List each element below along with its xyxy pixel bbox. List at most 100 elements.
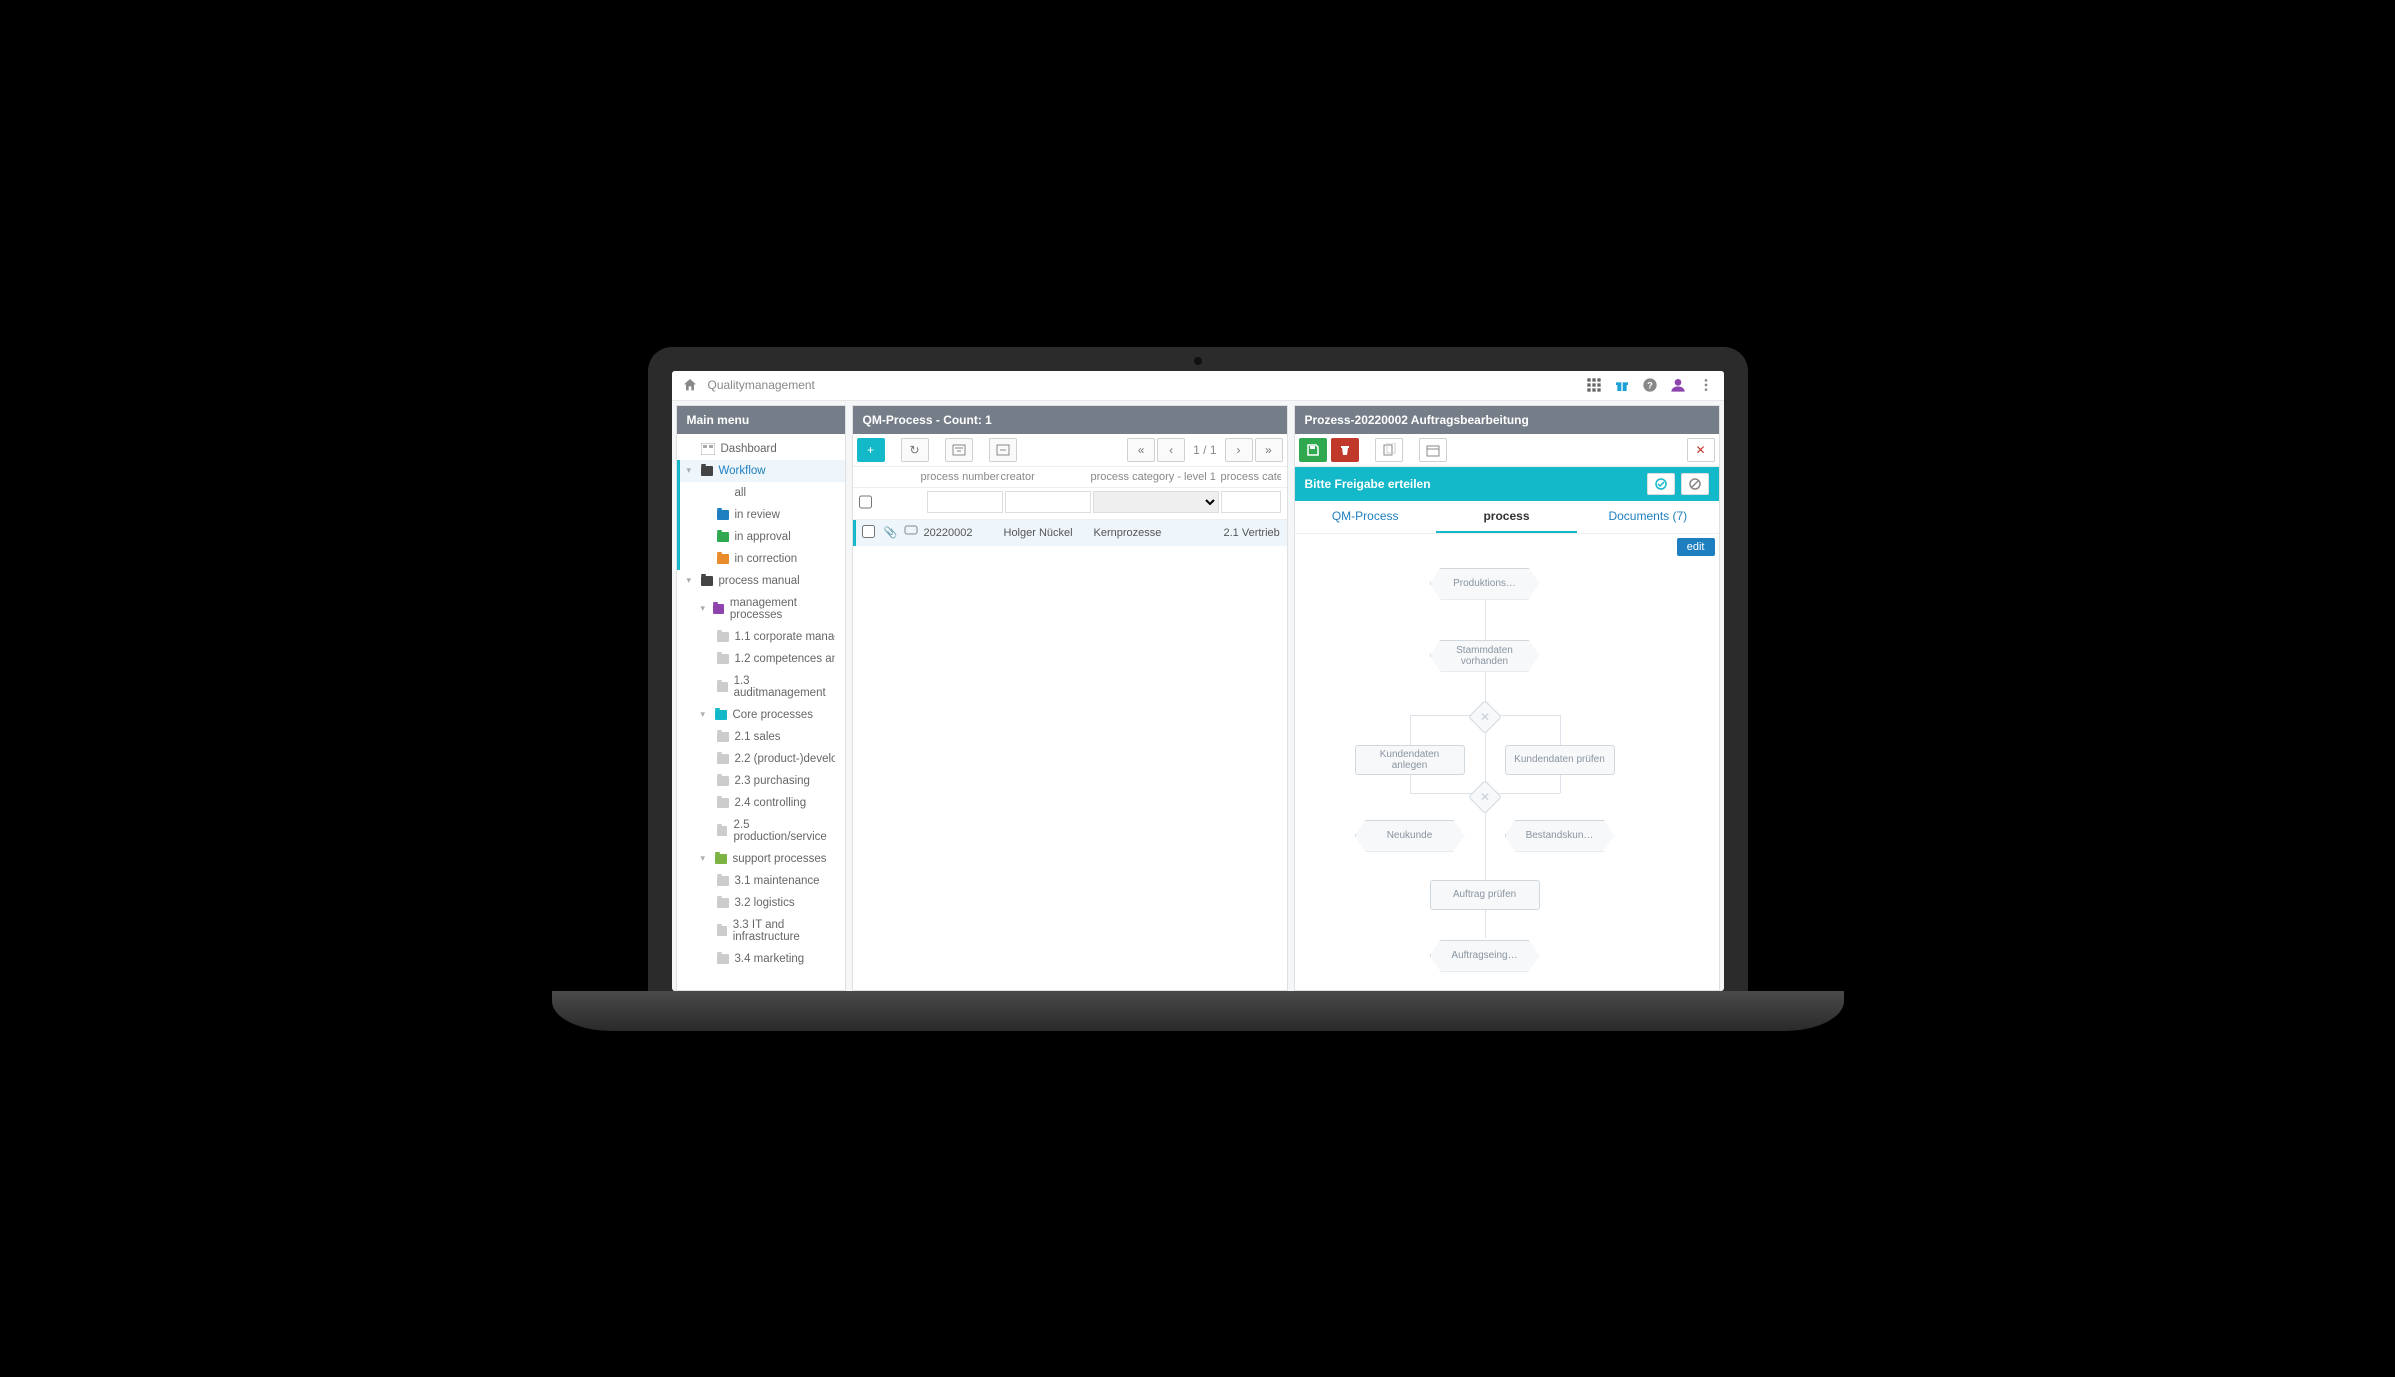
pager-text: 1 / 1 bbox=[1187, 443, 1222, 457]
sidebar-label: Workflow bbox=[719, 465, 766, 477]
sidebar-label: in correction bbox=[735, 553, 798, 565]
delete-button[interactable] bbox=[1331, 438, 1359, 462]
home-icon[interactable] bbox=[682, 377, 698, 393]
diagram-node-existing-customer[interactable]: Bestandskun… bbox=[1505, 820, 1615, 852]
folder-icon bbox=[717, 926, 727, 936]
sidebar-item-dashboard[interactable]: Dashboard bbox=[677, 438, 845, 460]
sidebar-item-mgmt-3[interactable]: 1.3 auditmanagement bbox=[677, 670, 845, 704]
caret-icon: ▾ bbox=[687, 465, 695, 476]
sidebar-label: 2.1 sales bbox=[735, 731, 781, 743]
table-row[interactable]: 📎 20220002 Holger Nückel Kernprozesse 2.… bbox=[853, 520, 1287, 546]
sidebar-label: process manual bbox=[719, 575, 800, 587]
diagram-gateway-2[interactable] bbox=[1468, 780, 1502, 814]
close-button[interactable]: ✕ bbox=[1687, 438, 1715, 462]
sidebar-item-support-2[interactable]: 3.2 logistics bbox=[677, 892, 845, 914]
diagram-node-check-order[interactable]: Auftrag prüfen bbox=[1430, 880, 1540, 910]
pager-next-button[interactable]: › bbox=[1225, 438, 1253, 462]
folder-icon bbox=[717, 510, 729, 520]
diagram-edge bbox=[1410, 775, 1411, 793]
sidebar-label: 3.4 marketing bbox=[735, 953, 805, 965]
diagram-node-create-customer[interactable]: Kundendaten anlegen bbox=[1355, 745, 1465, 775]
sidebar-item-core-3[interactable]: 2.3 purchasing bbox=[677, 770, 845, 792]
calendar-button[interactable] bbox=[1419, 438, 1447, 462]
pager-first-button[interactable]: « bbox=[1127, 438, 1155, 462]
tab-qm-process[interactable]: QM-Process bbox=[1295, 501, 1436, 533]
diagram-node-new-customer[interactable]: Neukunde bbox=[1355, 820, 1465, 852]
sidebar-item-core-2[interactable]: 2.2 (product-)development bbox=[677, 748, 845, 770]
refresh-button[interactable]: ↻ bbox=[901, 438, 929, 462]
th-category[interactable]: process catego bbox=[1221, 471, 1281, 483]
breadcrumb-app[interactable]: Qualitymanagement bbox=[708, 378, 815, 392]
help-icon[interactable]: ? bbox=[1642, 377, 1658, 393]
cell-number: 20220002 bbox=[924, 527, 1004, 539]
laptop-base bbox=[552, 991, 1844, 1031]
add-button[interactable]: + bbox=[857, 438, 885, 462]
tab-documents[interactable]: Documents (7) bbox=[1577, 501, 1718, 533]
folder-icon bbox=[717, 682, 728, 692]
folder-icon bbox=[717, 654, 729, 664]
gift-icon[interactable] bbox=[1614, 377, 1630, 393]
sidebar-item-mgmt-2[interactable]: 1.2 competences and qualifications bbox=[677, 648, 845, 670]
cell-level1: Kernprozesse bbox=[1094, 527, 1224, 539]
detail-title: Prozess-20220002 Auftragsbearbeitung bbox=[1295, 406, 1719, 434]
sidebar-item-support[interactable]: ▾ support processes bbox=[677, 848, 845, 870]
sidebar-item-mgmt-1[interactable]: 1.1 corporate management/strategy bbox=[677, 626, 845, 648]
filter-number-input[interactable] bbox=[927, 491, 1003, 513]
sidebar-item-workflow[interactable]: ▾ Workflow bbox=[677, 460, 845, 482]
user-icon[interactable] bbox=[1670, 377, 1686, 393]
sidebar-item-core-1[interactable]: 2.1 sales bbox=[677, 726, 845, 748]
sidebar-item-all[interactable]: all bbox=[677, 482, 845, 504]
sidebar-item-in-correction[interactable]: in correction bbox=[677, 548, 845, 570]
filter-creator-input[interactable] bbox=[1005, 491, 1091, 513]
list-title: QM-Process - Count: 1 bbox=[853, 406, 1287, 434]
sidebar-item-support-3[interactable]: 3.3 IT and infrastructure bbox=[677, 914, 845, 948]
diagram-node-start[interactable]: Produktions… bbox=[1430, 568, 1540, 600]
approval-message: Bitte Freigabe erteilen bbox=[1305, 477, 1431, 491]
sidebar-item-support-4[interactable]: 3.4 marketing bbox=[677, 948, 845, 970]
sidebar-item-in-approval[interactable]: in approval bbox=[677, 526, 845, 548]
kebab-icon[interactable] bbox=[1698, 377, 1714, 393]
approval-bar: Bitte Freigabe erteilen bbox=[1295, 467, 1719, 501]
tab-process[interactable]: process bbox=[1436, 501, 1577, 533]
apps-icon[interactable] bbox=[1586, 377, 1602, 393]
sidebar-item-core-5[interactable]: 2.5 production/service bbox=[677, 814, 845, 848]
th-creator[interactable]: creator bbox=[1001, 471, 1091, 483]
export-button[interactable] bbox=[989, 438, 1017, 462]
folder-icon bbox=[713, 604, 723, 614]
folder-icon bbox=[701, 466, 713, 476]
pager-prev-button[interactable]: ‹ bbox=[1157, 438, 1185, 462]
save-button[interactable] bbox=[1299, 438, 1327, 462]
sidebar-item-manual[interactable]: ▾ process manual bbox=[677, 570, 845, 592]
process-diagram[interactable]: Produktions… Stammdaten vorhanden Kunden… bbox=[1295, 560, 1719, 990]
th-number[interactable]: process number bbox=[921, 471, 1001, 483]
copy-button[interactable] bbox=[1375, 438, 1403, 462]
sidebar-label: Core processes bbox=[733, 709, 814, 721]
folder-icon bbox=[717, 954, 729, 964]
row-checkbox[interactable] bbox=[862, 525, 875, 538]
sidebar-item-in-review[interactable]: in review bbox=[677, 504, 845, 526]
filter-button[interactable] bbox=[945, 438, 973, 462]
reject-button[interactable] bbox=[1681, 473, 1709, 495]
folder-icon bbox=[717, 898, 729, 908]
select-all-checkbox[interactable] bbox=[859, 491, 872, 513]
sidebar-label: support processes bbox=[733, 853, 827, 865]
sidebar-item-core[interactable]: ▾ Core processes bbox=[677, 704, 845, 726]
pager-last-button[interactable]: » bbox=[1255, 438, 1283, 462]
cell-category: 2.1 Vertrieb bbox=[1224, 527, 1281, 539]
edit-button[interactable]: edit bbox=[1677, 538, 1715, 556]
folder-icon bbox=[717, 632, 729, 642]
table-header: process number creator process category … bbox=[853, 467, 1287, 488]
diagram-gateway-1[interactable] bbox=[1468, 700, 1502, 734]
sidebar-item-support-1[interactable]: 3.1 maintenance bbox=[677, 870, 845, 892]
th-level1[interactable]: process category - level 1 bbox=[1091, 471, 1221, 483]
detail-panel: Prozess-20220002 Auftragsbearbeitung ✕ B… bbox=[1294, 405, 1720, 991]
sidebar-item-core-4[interactable]: 2.4 controlling bbox=[677, 792, 845, 814]
approve-button[interactable] bbox=[1647, 473, 1675, 495]
diagram-node-check-customer[interactable]: Kundendaten prüfen bbox=[1505, 745, 1615, 775]
diagram-node-stammdaten[interactable]: Stammdaten vorhanden bbox=[1430, 640, 1540, 672]
diagram-node-order-entry[interactable]: Auftragseing… bbox=[1430, 940, 1540, 972]
svg-text:?: ? bbox=[1647, 380, 1653, 390]
sidebar-item-mgmt[interactable]: ▾ management processes bbox=[677, 592, 845, 626]
filter-level1-select[interactable] bbox=[1093, 491, 1219, 513]
filter-category-input[interactable] bbox=[1221, 491, 1281, 513]
